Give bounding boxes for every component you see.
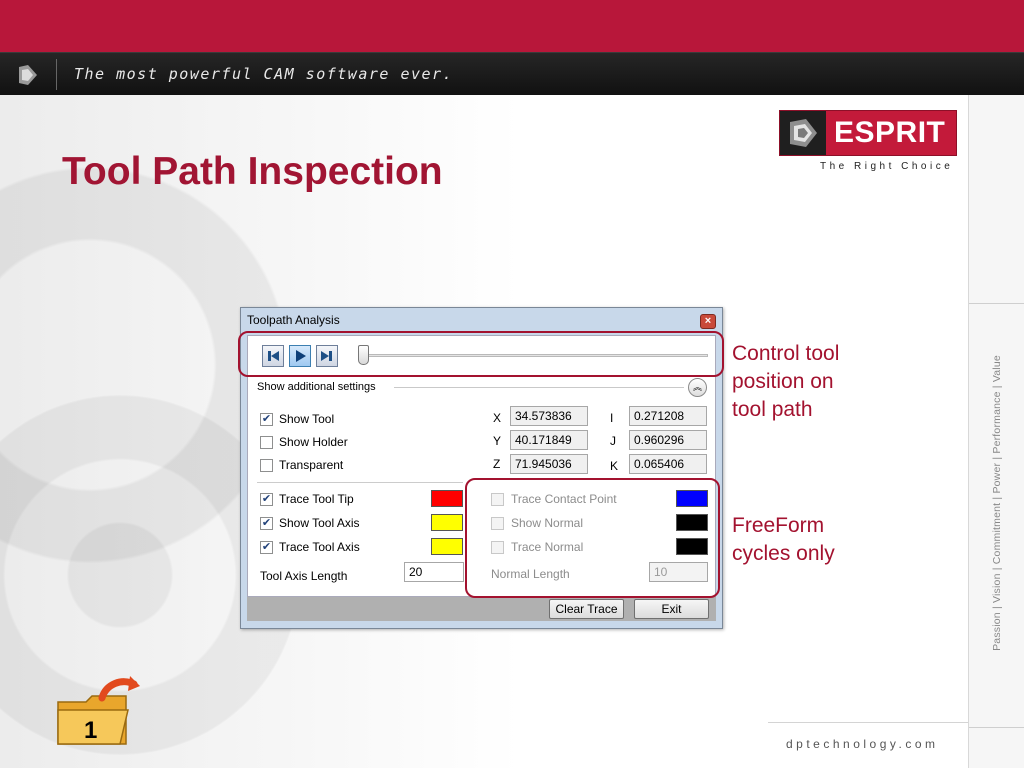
tool-axis-length-field[interactable]: 20 <box>404 562 464 582</box>
y-value-field[interactable]: 40.171849 <box>510 430 588 450</box>
transparent-checkbox[interactable] <box>260 459 273 472</box>
folder-return-icon[interactable]: 1 <box>56 676 140 746</box>
sidebar-divider-top <box>969 303 1024 304</box>
folder-badge-number: 1 <box>84 717 97 744</box>
i-value-field[interactable]: 0.271208 <box>629 406 707 426</box>
esprit-tagline: The Right Choice <box>820 161 954 172</box>
x-value-field[interactable]: 34.573836 <box>510 406 588 426</box>
esprit-logo: ESPRIT <box>779 110 957 156</box>
show-additional-settings-label: Show additional settings <box>257 381 376 393</box>
esprit-logo-mark <box>780 111 826 155</box>
trace-tool-axis-label: Trace Tool Axis <box>279 540 360 554</box>
clear-trace-button[interactable]: Clear Trace <box>549 599 624 619</box>
slogan-bar: The most powerful CAM software ever. <box>0 52 1024 95</box>
control-callout-line-2: position on <box>732 370 834 393</box>
settings-divider <box>257 482 463 483</box>
tool-axis-length-label: Tool Axis Length <box>260 569 348 583</box>
sidebar-values-label: Passion | Vision | Commitment | Power | … <box>991 354 1004 651</box>
trace-tool-tip-color-swatch[interactable] <box>431 490 463 507</box>
z-label: Z <box>493 457 501 471</box>
footer-divider <box>768 722 968 723</box>
k-value-field[interactable]: 0.065406 <box>629 454 707 474</box>
freeform-callout-box <box>465 478 720 598</box>
slide-title: Tool Path Inspection <box>62 150 443 193</box>
show-tool-axis-label: Show Tool Axis <box>279 516 360 530</box>
show-tool-label: Show Tool <box>279 412 335 426</box>
sidebar-divider-bottom <box>969 727 1024 728</box>
esprit-drill-icon <box>790 119 817 147</box>
control-callout-text: Control tool position on tool path <box>732 340 839 424</box>
trace-tool-axis-checkbox[interactable]: ✔ <box>260 541 273 554</box>
x-label: X <box>493 411 502 425</box>
control-callout-line-1: Control tool <box>732 342 840 365</box>
esprit-mark-icon <box>19 65 37 85</box>
freeform-callout-text: FreeForm cycles only <box>732 512 835 568</box>
dialog-title: Toolpath Analysis <box>247 313 340 327</box>
control-callout-box <box>238 331 724 377</box>
j-value-field[interactable]: 0.960296 <box>629 430 707 450</box>
control-callout-line-3: tool path <box>732 398 813 421</box>
y-label: Y <box>493 434 502 448</box>
esprit-logo-text: ESPRIT <box>834 116 946 149</box>
freeform-callout-line-2: cycles only <box>732 542 835 565</box>
z-value-field[interactable]: 71.945036 <box>510 454 588 474</box>
show-tool-axis-color-swatch[interactable] <box>431 514 463 531</box>
show-tool-axis-checkbox[interactable]: ✔ <box>260 517 273 530</box>
footer-url: dptechnology.com <box>786 737 939 751</box>
transparent-label: Transparent <box>279 458 344 472</box>
show-holder-checkbox[interactable] <box>260 436 273 449</box>
exit-button[interactable]: Exit <box>634 599 709 619</box>
sidebar-values-text: Passion | Vision | Commitment | Power | … <box>973 305 1021 700</box>
trace-tool-tip-label: Trace Tool Tip <box>279 492 354 506</box>
trace-tool-tip-checkbox[interactable]: ✔ <box>260 493 273 506</box>
dialog-close-button[interactable]: × <box>700 314 716 329</box>
trace-tool-axis-color-swatch[interactable] <box>431 538 463 555</box>
i-label: I <box>610 411 614 425</box>
show-tool-checkbox[interactable]: ✔ <box>260 413 273 426</box>
collapse-settings-button[interactable]: ︽ <box>688 378 707 397</box>
slogan-text: The most powerful CAM software ever. <box>74 65 454 83</box>
freeform-callout-line-1: FreeForm <box>732 514 825 537</box>
section-divider <box>394 387 684 388</box>
show-holder-label: Show Holder <box>279 435 348 449</box>
top-red-banner <box>0 0 1024 52</box>
j-label: J <box>610 434 616 448</box>
right-sidebar-strip: Passion | Vision | Commitment | Power | … <box>968 95 1024 768</box>
k-label: K <box>610 459 619 473</box>
dialog-footer: Clear Trace Exit <box>247 597 716 621</box>
slogan-separator <box>56 59 57 90</box>
